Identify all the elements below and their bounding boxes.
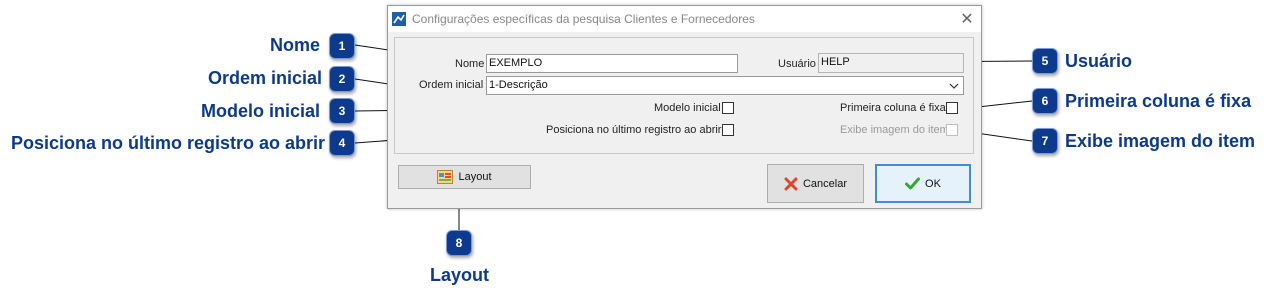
title-bar: Configurações específicas da pesquisa Cl… — [388, 6, 981, 32]
app-icon — [392, 12, 406, 26]
callout-1-badge: 1 — [329, 33, 355, 59]
layout-button-label: Layout — [458, 171, 492, 183]
posiciona-label: Posiciona no último registro ao abrir — [546, 124, 722, 136]
layout-button[interactable]: Layout — [398, 165, 531, 189]
layout-icon — [437, 170, 454, 184]
close-icon[interactable]: ✕ — [958, 9, 976, 29]
dialog-title: Configurações específicas da pesquisa Cl… — [412, 12, 755, 26]
ordem-select[interactable]: 1-Descrição — [486, 76, 964, 95]
checkmark-icon — [905, 177, 921, 190]
nome-field[interactable]: EXEMPLO — [486, 54, 738, 73]
usuario-label: Usuário — [778, 58, 816, 70]
callout-4-badge: 4 — [329, 130, 355, 156]
ok-button-label: OK — [925, 177, 941, 190]
callout-7-badge: 7 — [1032, 128, 1058, 154]
ordem-label: Ordem inicial — [419, 79, 484, 91]
callout-6-badge: 6 — [1032, 88, 1058, 114]
callout-3-badge: 3 — [329, 98, 355, 124]
primeira-coluna-label: Primeira coluna é fixa — [840, 102, 946, 114]
callout-2-badge: 2 — [329, 66, 355, 92]
callout-7-text: Exibe imagem do item — [1065, 131, 1256, 151]
cancel-button-label: Cancelar — [802, 177, 848, 190]
cancel-button[interactable]: Cancelar — [767, 164, 864, 203]
ordem-selected-value: 1-Descrição — [489, 79, 548, 91]
callout-8-badge: 8 — [446, 230, 472, 256]
settings-dialog: Configurações específicas da pesquisa Cl… — [387, 5, 982, 209]
exibe-imagem-checkbox — [946, 124, 958, 136]
modelo-checkbox[interactable] — [722, 102, 734, 114]
chevron-down-icon — [949, 83, 959, 89]
nome-label: Nome — [455, 58, 485, 70]
callout-4-text: Posiciona no último registro ao abrir — [11, 133, 326, 153]
posiciona-checkbox[interactable] — [722, 124, 734, 136]
primeira-coluna-checkbox[interactable] — [946, 102, 958, 114]
callout-5-text: Usuário — [1065, 51, 1133, 71]
callout-3-text: Modelo inicial — [201, 101, 321, 121]
callout-2-text: Ordem inicial — [208, 68, 323, 88]
callout-6-text: Primeira coluna é fixa — [1065, 91, 1252, 111]
usuario-field: HELP — [818, 53, 964, 73]
callout-5-badge: 5 — [1032, 48, 1058, 74]
callout-8-text: Layout — [430, 265, 490, 285]
modelo-label: Modelo inicial — [654, 102, 721, 114]
cancel-icon — [784, 177, 798, 190]
ok-button[interactable]: OK — [875, 164, 971, 203]
exibe-imagem-label: Exibe imagem do item — [840, 124, 949, 136]
callout-1-text: Nome — [270, 35, 321, 55]
